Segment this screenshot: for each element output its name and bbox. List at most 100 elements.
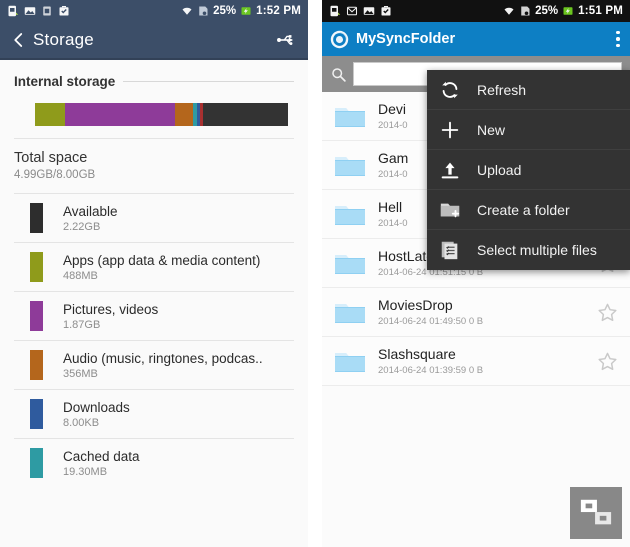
upload-icon xyxy=(441,162,459,178)
category-color-swatch xyxy=(30,203,43,233)
battery-percent-label: 25% xyxy=(535,5,559,17)
storage-category-row[interactable]: Cached data 19.30MB xyxy=(0,439,308,487)
menu-item-label: New xyxy=(477,121,506,138)
new-folder-icon xyxy=(440,203,460,217)
mail-icon xyxy=(346,6,358,16)
overflow-menu-icon[interactable] xyxy=(616,30,622,48)
folder-icon xyxy=(335,353,365,372)
android-storage-screen: 25% 1:52 PM Storage Internal storage Tot… xyxy=(0,0,308,547)
menu-item-label: Refresh xyxy=(477,81,527,98)
category-texts: Apps (app data & media content) 488MB xyxy=(63,253,260,282)
star-outline-icon[interactable] xyxy=(597,351,618,372)
category-color-swatch xyxy=(30,350,43,380)
slashsquare-glyph xyxy=(580,499,612,525)
file-name: Slashsquare xyxy=(378,346,456,362)
clock-label: 1:52 PM xyxy=(256,5,301,17)
slashsquare-logo-icon xyxy=(570,487,622,539)
wifi-icon xyxy=(182,7,192,15)
category-texts: Cached data 19.30MB xyxy=(63,449,140,478)
battery-charging-icon xyxy=(563,7,573,15)
dual-screenshot-container: 25% 1:52 PM Storage Internal storage Tot… xyxy=(0,0,630,547)
status-bar-left: 25% 1:52 PM xyxy=(0,0,308,22)
section-title: Internal storage xyxy=(14,74,116,89)
briefcase-icon xyxy=(59,5,69,16)
menu-item-label: Create a folder xyxy=(477,201,570,218)
folder-icon xyxy=(335,157,365,176)
battery-charging-icon xyxy=(241,7,251,15)
category-color-swatch xyxy=(30,448,43,478)
usage-segment-audio xyxy=(175,103,194,126)
storage-app-bar: Storage xyxy=(0,22,308,60)
internal-storage-section-header: Internal storage xyxy=(0,60,308,97)
folder-icon xyxy=(335,108,365,127)
folder-icon xyxy=(335,304,365,323)
category-name: Audio (music, ringtones, podcas.. xyxy=(63,350,263,366)
menu-item-new[interactable]: New xyxy=(427,110,630,150)
battery-percent-label: 25% xyxy=(213,5,237,17)
refresh-icon xyxy=(442,81,458,98)
menu-item-create-a-folder[interactable]: Create a folder xyxy=(427,190,630,230)
category-size: 1.87GB xyxy=(63,318,101,331)
file-list-item[interactable]: MoviesDrop 2014-06-24 01:49:50 0 B xyxy=(322,288,630,337)
storage-category-list: Available 2.22GB Apps (app data & media co… xyxy=(0,194,308,487)
star-outline-icon[interactable] xyxy=(597,302,618,323)
category-name: Downloads xyxy=(63,399,130,415)
plus-icon xyxy=(441,121,459,138)
category-texts: Pictures, videos 1.87GB xyxy=(63,302,158,331)
total-space-block[interactable]: Total space 4.99GB/8.00GB xyxy=(0,139,308,193)
category-texts: Available 2.22GB xyxy=(63,204,118,233)
overflow-dropdown-menu: Refresh New Upload Create a folder Select mu… xyxy=(427,70,630,270)
section-rule xyxy=(123,81,294,82)
menu-item-label: Upload xyxy=(477,161,522,178)
file-texts: MoviesDrop 2014-06-24 01:49:50 0 B xyxy=(378,297,597,327)
category-texts: Downloads 8.00KB xyxy=(63,400,130,429)
status-bar-system-icons: 25% 1:52 PM xyxy=(181,5,301,17)
wifi-icon xyxy=(504,7,514,15)
picture-icon xyxy=(24,7,36,15)
total-space-label: Total space xyxy=(14,150,88,166)
category-size: 8.00KB xyxy=(63,416,100,429)
storage-category-row[interactable]: Apps (app data & media content) 488MB xyxy=(0,243,308,291)
category-name: Available xyxy=(63,203,118,219)
storage-usage-bar-wrap xyxy=(0,97,308,138)
briefcase-icon xyxy=(381,5,391,16)
category-name: Pictures, videos xyxy=(63,301,159,317)
mysyncfolder-screen: 25% 1:51 PM MySyncFolder Devi 2014-0 Gam 20… xyxy=(322,0,630,547)
menu-item-select-multiple-files[interactable]: Select multiple files xyxy=(427,230,630,270)
menu-item-label: Select multiple files xyxy=(477,242,597,258)
clock-label: 1:51 PM xyxy=(578,5,623,17)
picture-icon xyxy=(363,7,375,15)
category-size: 19.30MB xyxy=(63,465,108,478)
app-logo-icon xyxy=(330,30,349,48)
search-icon[interactable] xyxy=(330,66,347,83)
category-color-swatch xyxy=(30,252,43,282)
status-bar-notification-icons xyxy=(7,5,70,17)
usb-icon[interactable] xyxy=(276,32,298,48)
category-color-swatch xyxy=(30,301,43,331)
file-meta: 2014-06-24 01:39:59 0 B xyxy=(378,365,484,376)
select-multiple-icon xyxy=(441,241,458,260)
file-texts: Slashsquare 2014-06-24 01:39:59 0 B xyxy=(378,346,597,376)
storage-category-row[interactable]: Pictures, videos 1.87GB xyxy=(0,292,308,340)
file-name: MoviesDrop xyxy=(378,297,453,313)
sd-card-icon xyxy=(43,6,51,16)
back-chevron-icon[interactable] xyxy=(10,31,28,49)
storage-category-row[interactable]: Available 2.22GB xyxy=(0,194,308,242)
category-name: Apps (app data & media content) xyxy=(63,252,261,268)
menu-item-upload[interactable]: Upload xyxy=(427,150,630,190)
file-list-item[interactable]: Slashsquare 2014-06-24 01:39:59 0 B xyxy=(322,337,630,386)
usage-segment-available xyxy=(203,103,288,126)
screen-gutter xyxy=(308,0,322,547)
mobile-data-icon xyxy=(199,6,208,16)
mobile-data-icon xyxy=(521,6,530,16)
status-bar-right: 25% 1:51 PM xyxy=(322,0,630,22)
sim-card-icon xyxy=(330,5,341,17)
storage-category-row[interactable]: Audio (music, ringtones, podcas.. 356MB xyxy=(0,341,308,389)
category-name: Cached data xyxy=(63,448,140,464)
sim-card-icon xyxy=(8,5,19,17)
app-bar: MySyncFolder xyxy=(322,22,630,56)
storage-category-row[interactable]: Downloads 8.00KB xyxy=(0,390,308,438)
menu-item-refresh[interactable]: Refresh xyxy=(427,70,630,110)
status-bar-notification-icons xyxy=(329,5,392,17)
category-color-swatch xyxy=(30,399,43,429)
